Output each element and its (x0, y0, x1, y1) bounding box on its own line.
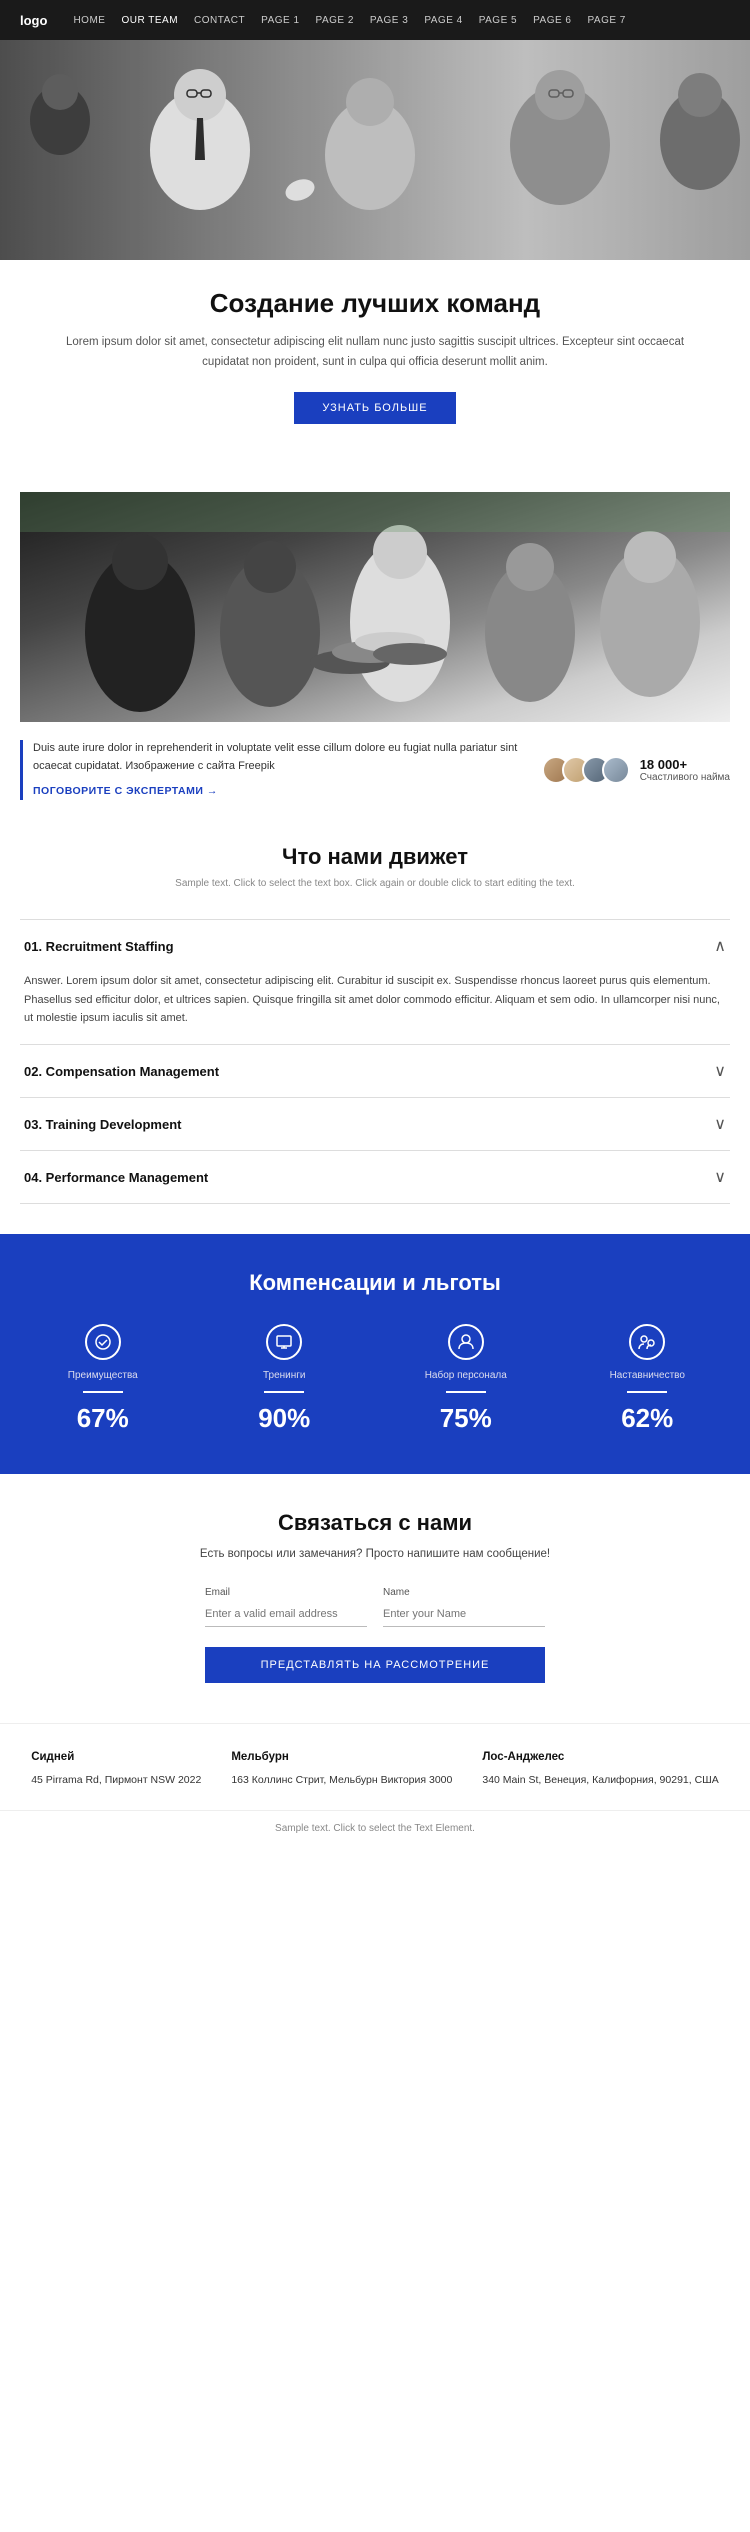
accordion-label-4: 04. Performance Management (24, 1170, 208, 1185)
office-city-melbourne: Мельбурн (231, 1748, 452, 1768)
office-address-la: 340 Main St, Венеция, Калифорния, 90291,… (482, 1772, 718, 1790)
nav-contact[interactable]: CONTACT (194, 15, 245, 26)
name-label: Name (383, 1587, 545, 1598)
navbar: logo HOME OUR TEAM CONTACT PAGE 1 PAGE 2… (0, 0, 750, 40)
contact-title: Связаться с нами (20, 1510, 730, 1536)
benefit-item-3: Набор персонала 75% (383, 1324, 549, 1434)
office-melbourne: Мельбурн 163 Коллинс Стрит, Мельбурн Вик… (231, 1748, 452, 1789)
accordion-header-2[interactable]: 02. Compensation Management ∨ (20, 1045, 730, 1097)
team-image (20, 492, 730, 722)
chevron-up-icon: ∧ (714, 936, 726, 956)
avatar-stack (542, 756, 630, 784)
accordion: 01. Recruitment Staffing ∧ Answer. Lorem… (20, 919, 730, 1204)
learn-more-button[interactable]: УЗНАТЬ БОЛЬШЕ (294, 392, 455, 424)
accordion-item-3: 03. Training Development ∨ (20, 1097, 730, 1150)
footer-text: Sample text. Click to select the Text El… (275, 1823, 475, 1834)
what-drives-section: Что нами движет Sample text. Click to se… (0, 814, 750, 919)
benefit-value-3: 75% (440, 1403, 492, 1434)
team-image-section (20, 492, 730, 722)
contact-form: Email Name (205, 1587, 545, 1627)
nav-page3[interactable]: PAGE 3 (370, 15, 408, 26)
office-city-sydney: Сидней (31, 1748, 201, 1768)
hire-label: Счастливого найма (640, 772, 730, 783)
section-subtitle: Sample text. Click to select the text bo… (20, 878, 730, 889)
chevron-down-icon: ∨ (714, 1114, 726, 1134)
office-address-melbourne: 163 Коллинс Стрит, Мельбурн Виктория 300… (231, 1772, 452, 1790)
trainings-icon (266, 1324, 302, 1360)
hero-content: Создание лучших команд Lorem ipsum dolor… (20, 260, 730, 448)
accordion-label-3: 03. Training Development (24, 1117, 182, 1132)
name-input[interactable] (383, 1602, 545, 1627)
accordion-body-1: Answer. Lorem ipsum dolor sit amet, cons… (20, 972, 730, 1044)
form-row-1: Email Name (205, 1587, 545, 1627)
benefits-section: Компенсации и льготы Преимущества 67% Тр… (0, 1234, 750, 1474)
contact-description: Есть вопросы или замечания? Просто напиш… (20, 1546, 730, 1563)
mentorship-icon (629, 1324, 665, 1360)
benefit-item-2: Тренинги 90% (202, 1324, 368, 1434)
benefit-label-1: Преимущества (68, 1370, 138, 1381)
section-title: Что нами движет (20, 844, 730, 870)
hero-image (0, 40, 750, 260)
office-city-la: Лос-Анджелес (482, 1748, 718, 1768)
submit-button[interactable]: ПРЕДСТАВЛЯТЬ НА РАССМОТРЕНИЕ (205, 1647, 545, 1683)
advantages-icon (85, 1324, 121, 1360)
accordion-header-1[interactable]: 01. Recruitment Staffing ∧ (20, 920, 730, 972)
office-la: Лос-Анджелес 340 Main St, Венеция, Калиф… (482, 1748, 718, 1789)
chevron-down-icon: ∨ (714, 1061, 726, 1081)
accordion-label-1: 01. Recruitment Staffing (24, 939, 174, 954)
nav-home[interactable]: HOME (73, 15, 105, 26)
nav-page2[interactable]: PAGE 2 (316, 15, 354, 26)
stats-description: Duis aute irure dolor in reprehenderit i… (33, 742, 517, 772)
benefit-item-4: Наставничество 62% (565, 1324, 731, 1434)
stats-text-block: Duis aute irure dolor in reprehenderit i… (20, 740, 522, 800)
benefits-title: Компенсации и льготы (20, 1270, 730, 1296)
nav-page6[interactable]: PAGE 6 (533, 15, 571, 26)
email-label: Email (205, 1587, 367, 1598)
stats-right-block: 18 000+ Счастливого найма (542, 756, 730, 784)
accordion-header-4[interactable]: 04. Performance Management ∨ (20, 1151, 730, 1203)
hire-count-block: 18 000+ Счастливого найма (640, 757, 730, 783)
benefit-label-2: Тренинги (263, 1370, 306, 1381)
accordion-header-3[interactable]: 03. Training Development ∨ (20, 1098, 730, 1150)
benefit-divider-3 (446, 1391, 486, 1393)
accordion-label-2: 02. Compensation Management (24, 1064, 219, 1079)
nav-page1[interactable]: PAGE 1 (261, 15, 299, 26)
hire-count: 18 000+ (640, 757, 730, 772)
benefit-divider-1 (83, 1391, 123, 1393)
experts-link[interactable]: ПОГОВОРИТЕ С ЭКСПЕРТАМИ → (33, 783, 522, 800)
benefit-value-4: 62% (621, 1403, 673, 1434)
benefits-grid: Преимущества 67% Тренинги 90% Набор перс… (20, 1324, 730, 1434)
benefit-divider-2 (264, 1391, 304, 1393)
footer-note: Sample text. Click to select the Text El… (0, 1810, 750, 1850)
nav-our-team[interactable]: OUR TEAM (121, 15, 178, 26)
benefit-divider-4 (627, 1391, 667, 1393)
recruitment-icon (448, 1324, 484, 1360)
name-group: Name (383, 1587, 545, 1627)
team-stats-row: Duis aute irure dolor in reprehenderit i… (0, 722, 750, 814)
nav-page5[interactable]: PAGE 5 (479, 15, 517, 26)
accordion-item-2: 02. Compensation Management ∨ (20, 1044, 730, 1097)
benefit-value-2: 90% (258, 1403, 310, 1434)
offices-section: Сидней 45 Pirrama Rd, Пирмонт NSW 2022 М… (0, 1723, 750, 1809)
email-group: Email (205, 1587, 367, 1627)
benefit-item-1: Преимущества 67% (20, 1324, 186, 1434)
nav-page7[interactable]: PAGE 7 (587, 15, 625, 26)
avatar (602, 756, 630, 784)
office-address-sydney: 45 Pirrama Rd, Пирмонт NSW 2022 (31, 1772, 201, 1790)
benefit-label-3: Набор персонала (425, 1370, 507, 1381)
logo: logo (20, 13, 47, 28)
email-input[interactable] (205, 1602, 367, 1627)
accordion-item-1: 01. Recruitment Staffing ∧ Answer. Lorem… (20, 919, 730, 1044)
hero-title: Создание лучших команд (50, 288, 700, 319)
accordion-item-4: 04. Performance Management ∨ (20, 1150, 730, 1204)
contact-section: Связаться с нами Есть вопросы или замеча… (0, 1474, 750, 1713)
nav-page4[interactable]: PAGE 4 (424, 15, 462, 26)
chevron-down-icon: ∨ (714, 1167, 726, 1187)
office-sydney: Сидней 45 Pirrama Rd, Пирмонт NSW 2022 (31, 1748, 201, 1789)
benefit-label-4: Наставничество (610, 1370, 685, 1381)
benefit-value-1: 67% (77, 1403, 129, 1434)
hero-description: Lorem ipsum dolor sit amet, consectetur … (50, 333, 700, 372)
